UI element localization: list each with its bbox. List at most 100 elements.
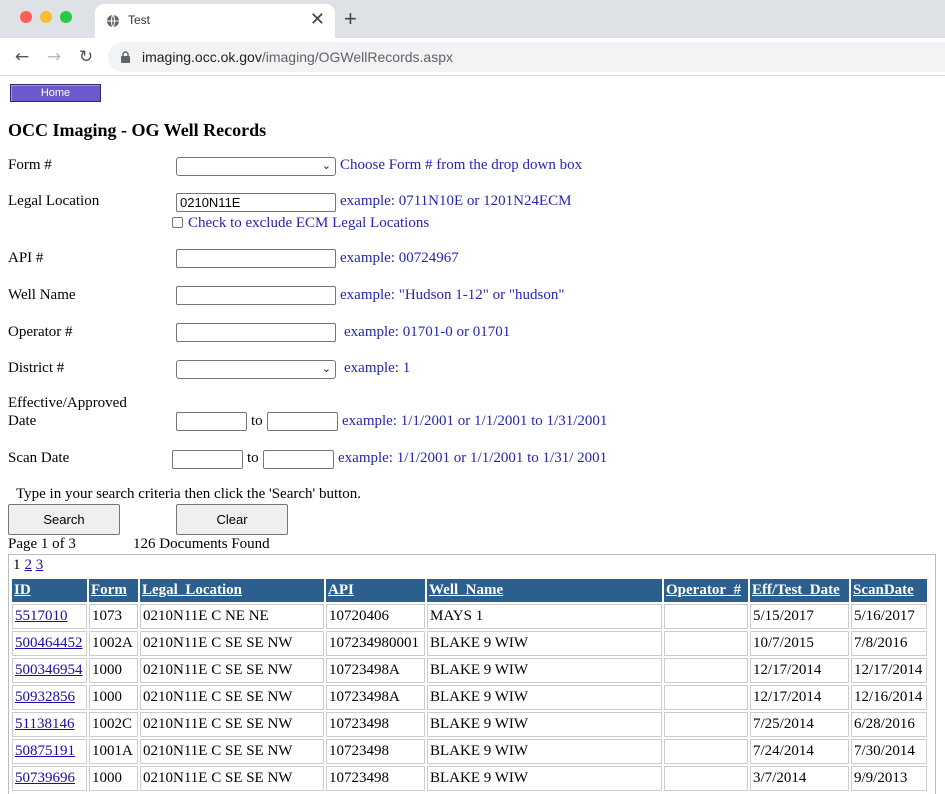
- well-name-label: Well Name: [8, 287, 76, 303]
- cell-id[interactable]: 500346954: [12, 658, 87, 683]
- well-name-hint: example: "Hudson 1-12" or "hudson": [340, 287, 565, 303]
- document-id-link[interactable]: 5517010: [15, 608, 68, 624]
- cell-id[interactable]: 51138146: [12, 712, 87, 737]
- cell-api: 10720406: [326, 604, 425, 629]
- tab-bar: Test ✕ +: [0, 0, 945, 38]
- table-header-row: ID Form Legal_Location API Well_Name Ope…: [12, 579, 927, 602]
- forward-icon[interactable]: →: [43, 46, 65, 68]
- cell-legal-location: 0210N11E C SE SE NW: [140, 712, 324, 737]
- search-button[interactable]: Search: [8, 504, 120, 535]
- cell-api: 10723498A: [326, 685, 425, 710]
- results-body: 5517010 1073 0210N11E C NE NE 10720406 MAYS …: [12, 604, 927, 791]
- back-icon[interactable]: ←: [11, 46, 33, 68]
- chevron-down-icon: ⌄: [321, 362, 331, 375]
- url-host: imaging.occ.ok.gov: [142, 49, 262, 65]
- pager-link-page-3[interactable]: 3: [36, 557, 44, 573]
- chevron-down-icon: ⌄: [321, 159, 331, 172]
- column-header-legal-location[interactable]: Legal_Location: [140, 579, 324, 602]
- scan-date-from-input[interactable]: [172, 450, 243, 469]
- cell-operator: [664, 604, 748, 629]
- cell-id[interactable]: 500464452: [12, 631, 87, 656]
- cell-legal-location: 0210N11E C NE NE: [140, 604, 324, 629]
- document-id-link[interactable]: 51138146: [15, 716, 74, 732]
- browser-tab[interactable]: Test ✕: [95, 4, 335, 38]
- form-select[interactable]: ⌄: [176, 157, 336, 176]
- cell-operator: [664, 766, 748, 791]
- cell-well-name: BLAKE 9 WIW: [427, 658, 662, 683]
- cell-eff-test-date: 7/24/2014: [750, 739, 849, 764]
- cell-legal-location: 0210N11E C SE SE NW: [140, 658, 324, 683]
- well-name-input[interactable]: [176, 286, 336, 305]
- sort-link-well-name[interactable]: Well_Name: [429, 582, 503, 598]
- sort-link-api[interactable]: API: [328, 582, 354, 598]
- column-header-operator[interactable]: Operator_#: [664, 579, 748, 602]
- cell-api: 10723498: [326, 739, 425, 764]
- pager-current-page: 1: [13, 557, 21, 573]
- table-row: 500464452 1002A 0210N11E C SE SE NW 1072349…: [12, 631, 927, 656]
- effective-date-from-input[interactable]: [176, 412, 247, 431]
- cell-api: 10723498: [326, 766, 425, 791]
- effective-date-to-label: to: [251, 413, 263, 429]
- table-row: 50932856 1000 0210N11E C SE SE NW 10723498A…: [12, 685, 927, 710]
- document-id-link[interactable]: 500346954: [15, 662, 83, 678]
- api-hint: example: 00724967: [340, 250, 459, 266]
- district-select[interactable]: ⌄: [176, 360, 336, 379]
- browser-toolbar: ← → ↻ imaging.occ.ok.gov/imaging/OGWellR…: [0, 38, 945, 76]
- browser-chrome: Test ✕ + ← → ↻ imaging.occ.ok.gov/imagin…: [0, 0, 945, 76]
- cell-operator: [664, 739, 748, 764]
- column-header-scan-date[interactable]: ScanDate: [851, 579, 927, 602]
- cell-form: 1001A: [89, 739, 138, 764]
- cell-id[interactable]: 5517010: [12, 604, 87, 629]
- sort-link-operator[interactable]: Operator_#: [666, 582, 741, 598]
- effective-date-to-input[interactable]: [267, 412, 338, 431]
- column-header-form[interactable]: Form: [89, 579, 138, 602]
- maximize-window-button[interactable]: [60, 11, 72, 23]
- column-header-eff-test-date[interactable]: Eff/Test_Date: [750, 579, 849, 602]
- sort-link-eff-test-date[interactable]: Eff/Test_Date: [752, 582, 840, 598]
- cell-id[interactable]: 50932856: [12, 685, 87, 710]
- sort-link-legal-location[interactable]: Legal_Location: [142, 582, 242, 598]
- reload-icon[interactable]: ↻: [75, 46, 97, 68]
- clear-button[interactable]: Clear: [176, 504, 288, 535]
- exclude-ecm-checkbox[interactable]: [172, 217, 183, 228]
- cell-well-name: BLAKE 9 WIW: [427, 712, 662, 737]
- cell-form: 1002A: [89, 631, 138, 656]
- scan-date-to-label: to: [247, 450, 259, 466]
- column-header-api[interactable]: API: [326, 579, 425, 602]
- minimize-window-button[interactable]: [40, 11, 52, 23]
- document-id-link[interactable]: 50875191: [15, 743, 75, 759]
- column-header-id[interactable]: ID: [12, 579, 87, 602]
- address-bar[interactable]: imaging.occ.ok.gov/imaging/OGWellRecords…: [108, 42, 945, 72]
- close-window-button[interactable]: [20, 11, 32, 23]
- cell-legal-location: 0210N11E C SE SE NW: [140, 631, 324, 656]
- legal-location-input[interactable]: 0210N11E: [176, 193, 336, 212]
- new-tab-icon[interactable]: +: [344, 6, 357, 32]
- sort-link-form[interactable]: Form: [91, 582, 127, 598]
- scan-date-label: Scan Date: [8, 450, 70, 466]
- scan-date-to-input[interactable]: [263, 450, 334, 469]
- close-tab-icon[interactable]: ✕: [310, 10, 325, 28]
- document-id-link[interactable]: 50739696: [15, 770, 75, 786]
- cell-id[interactable]: 50739696: [12, 766, 87, 791]
- page-title: OCC Imaging - OG Well Records: [8, 120, 267, 140]
- cell-eff-test-date: 12/17/2014: [750, 658, 849, 683]
- pager-link-page-2[interactable]: 2: [25, 557, 33, 573]
- cell-id[interactable]: 50875191: [12, 739, 87, 764]
- legal-location-hint: example: 0711N10E or 1201N24ECM: [340, 193, 572, 209]
- cell-scan-date: 12/16/2014: [851, 685, 927, 710]
- sort-link-scan-date[interactable]: ScanDate: [853, 582, 914, 598]
- document-id-link[interactable]: 500464452: [15, 635, 83, 651]
- instructions-text: Type in your search criteria then click …: [16, 486, 362, 502]
- document-id-link[interactable]: 50932856: [15, 689, 75, 705]
- sort-link-id[interactable]: ID: [14, 582, 31, 598]
- cell-eff-test-date: 5/15/2017: [750, 604, 849, 629]
- home-button[interactable]: Home: [10, 84, 101, 102]
- cell-scan-date: 6/28/2016: [851, 712, 927, 737]
- exclude-ecm-label: Check to exclude ECM Legal Locations: [188, 215, 430, 231]
- form-hint: Choose Form # from the drop down box: [340, 157, 583, 173]
- cell-well-name: MAYS 1: [427, 604, 662, 629]
- api-input[interactable]: [176, 249, 336, 268]
- column-header-well-name[interactable]: Well_Name: [427, 579, 662, 602]
- operator-input[interactable]: [176, 323, 336, 342]
- cell-well-name: BLAKE 9 WIW: [427, 685, 662, 710]
